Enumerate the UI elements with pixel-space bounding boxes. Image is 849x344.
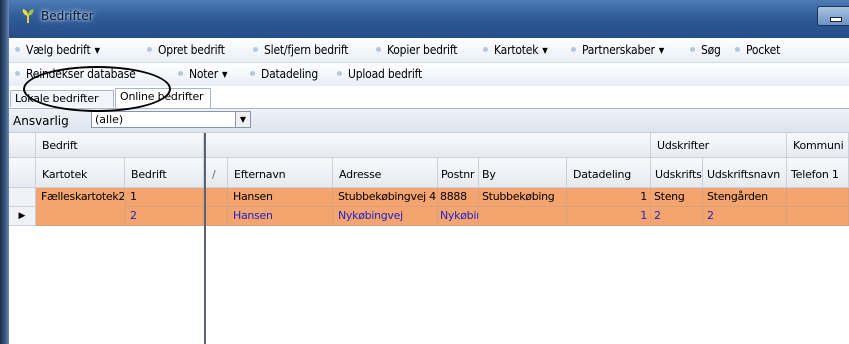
table-cell-udskrifts[interactable]: Steng [651,188,703,207]
row-header-corner [9,158,36,188]
table-cell-udskrifts[interactable]: 2 [651,207,703,226]
table-cell-telefon[interactable] [787,207,849,226]
window-title: Bedrifter [41,9,94,23]
vaelg-bedrift-menu[interactable]: Vælg bedrift ▼ [15,43,100,57]
filter-bar: Ansvarlig (alle) ▼ [9,109,849,133]
slet-fjern-bedrift-button[interactable]: Slet/fjern bedrift [253,43,349,57]
bullet-icon [337,71,342,76]
kartotek-menu[interactable]: Kartotek ▼ [483,43,548,57]
table-cell-kartotek[interactable]: Fælleskartotek2 [36,188,125,207]
col-adresse[interactable]: Adresse [333,158,438,188]
datadeling-button[interactable]: Datadeling [250,67,318,81]
minimize-icon [830,17,842,22]
row-header[interactable] [9,188,36,207]
group-header-bedrift: Bedrift [36,133,204,158]
group-header-blank [206,133,651,158]
col-by[interactable]: By [479,158,567,188]
main-toolbar: Vælg bedrift ▼ Opret bedrift Slet/fjern b… [9,38,849,63]
dropdown-arrow-icon[interactable]: ▼ [235,112,250,127]
col-postnr[interactable]: Postnr [438,158,479,188]
client-area: Vælg bedrift ▼ Opret bedrift Slet/fjern b… [9,38,849,344]
table-cell-postnr[interactable]: 8888 [438,188,479,207]
table-cell-postnr[interactable]: Nykøbing [438,207,479,226]
table-cell-udskriftsnavn[interactable]: Stengården [703,188,787,207]
table-cell-bedrift[interactable]: 1 [125,188,204,207]
bedrifter-window: Bedrifter Vælg bedrift ▼ Opret bedrift Sl… [0,0,849,344]
table-cell-efternavn[interactable]: Hansen [228,207,333,226]
bullet-icon [571,47,576,52]
table-cell-by[interactable]: Stubbekøbing [479,188,567,207]
table-cell-note[interactable] [206,188,228,207]
bedrifter-grid: Bedrift Udskrifter Kommuni Kartotek Bedr… [9,133,849,344]
window-left-edge [0,0,9,344]
table-cell-note[interactable] [206,207,228,226]
col-efternavn[interactable]: Efternavn [228,158,333,188]
group-header-udskrifter: Udskrifter [651,133,787,158]
bullet-icon [253,47,258,52]
col-udskrifts[interactable]: Udskrifts [651,158,703,188]
minimize-button[interactable] [817,6,849,26]
bullet-icon [147,47,152,52]
table-cell-adresse[interactable]: Nykøbingvej [333,207,438,226]
bullet-icon [250,71,255,76]
group-header-kommunikation: Kommuni [787,133,849,158]
bullet-icon [376,47,381,52]
kopier-bedrift-button[interactable]: Kopier bedrift [376,43,457,57]
bullet-icon [690,47,695,52]
bullet-icon [15,71,20,76]
frozen-column-divider [204,133,206,344]
highlight-circle-annotation [23,66,171,112]
ansvarlig-select[interactable]: (alle) ▼ [91,111,251,128]
table-cell-kartotek[interactable] [36,207,125,226]
col-telefon[interactable]: Telefon 1 [787,158,849,188]
col-udskriftsnavn[interactable]: Udskriftsnavn [703,158,787,188]
table-cell-efternavn[interactable]: Hansen [228,188,333,207]
upload-bedrift-button[interactable]: Upload bedrift [337,67,422,81]
col-datadeling[interactable]: Datadeling [567,158,651,188]
col-note-indicator[interactable]: / [206,158,228,188]
col-bedrift[interactable]: Bedrift [125,158,204,188]
dropdown-arrow-icon: ▼ [94,46,100,55]
table-cell-datadeling[interactable]: 1 [567,207,651,226]
row-header-corner [9,133,36,158]
dropdown-arrow-icon: ▼ [222,70,228,79]
col-kartotek[interactable]: Kartotek [36,158,125,188]
table-cell-bedrift[interactable]: 2 [125,207,204,226]
dropdown-arrow-icon: ▼ [542,46,548,55]
soeg-button[interactable]: Søg [690,43,721,57]
noter-menu[interactable]: Noter ▼ [178,67,228,81]
table-cell-by[interactable] [479,207,567,226]
bullet-icon [178,71,183,76]
table-cell-adresse[interactable]: Stubbekøbingvej 41 [333,188,438,207]
table-cell-telefon[interactable] [787,188,849,207]
pocket-button[interactable]: Pocket [735,43,780,57]
bullet-icon [15,47,20,52]
table-cell-datadeling[interactable]: 1 [567,188,651,207]
current-row-indicator[interactable]: ▶ [9,207,36,226]
bullet-icon [735,47,740,52]
table-cell-udskriftsnavn[interactable]: 2 [703,207,787,226]
opret-bedrift-button[interactable]: Opret bedrift [147,43,225,57]
ansvarlig-label: Ansvarlig [13,114,69,128]
app-leaf-icon [22,9,34,23]
bullet-icon [483,47,488,52]
dropdown-arrow-icon: ▼ [658,46,665,55]
title-bar[interactable]: Bedrifter [9,0,849,38]
partnerskaber-menu[interactable]: Partnerskaber ▼ [571,43,664,57]
